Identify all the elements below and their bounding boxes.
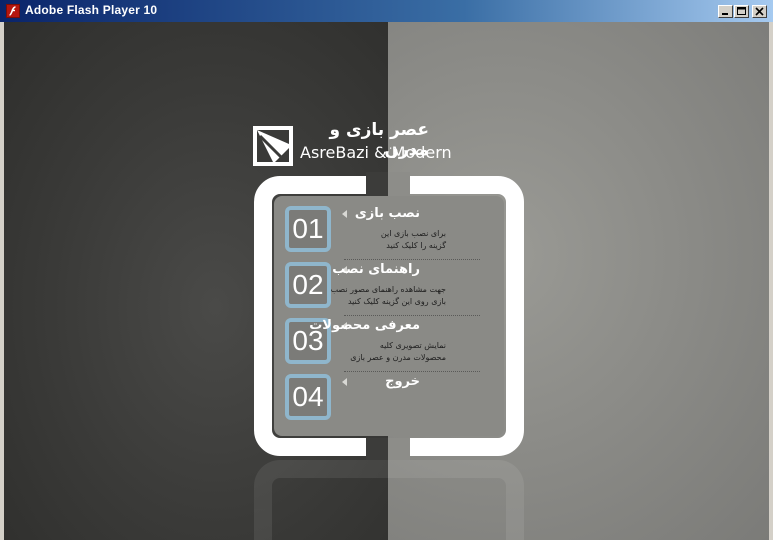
diagonal-arrow-logo-icon bbox=[253, 126, 293, 166]
menu-item-description: جهت مشاهده راهنمای مصور نصب بازی روی این … bbox=[330, 285, 446, 306]
minimize-icon bbox=[722, 13, 728, 15]
menu-item-products[interactable]: 03 معرفی محصولات نمایش تصویری کلیه محصولا… bbox=[274, 308, 504, 364]
arrow-left-icon bbox=[342, 210, 347, 218]
window-title: Adobe Flash Player 10 bbox=[25, 3, 158, 17]
frame-gap-bottom-left bbox=[366, 438, 388, 460]
title-bar[interactable]: Adobe Flash Player 10 bbox=[0, 0, 773, 22]
maximize-button[interactable] bbox=[734, 5, 749, 18]
menu-item-title: نصب بازی bbox=[354, 206, 420, 221]
close-icon bbox=[755, 7, 764, 16]
flash-stage: عصر بازی و مدرن AsreBazi & Modern 01 نصب… bbox=[4, 22, 769, 540]
maximize-icon bbox=[737, 7, 746, 15]
menu-item-description: نمایش تصویری کلیه محصولات مدرن و عصر بازی bbox=[350, 341, 446, 362]
menu-item-exit[interactable]: 04 خروج bbox=[274, 364, 504, 420]
flash-player-icon bbox=[6, 4, 20, 18]
menu-item-description: برای نصب بازی این گزینه را کلیک کنید bbox=[380, 229, 446, 250]
menu-item-install-game[interactable]: 01 نصب بازی برای نصب بازی این گزینه را کل… bbox=[274, 196, 504, 252]
menu-item-title: راهنمای نصب bbox=[332, 262, 420, 277]
minimize-button[interactable] bbox=[718, 5, 733, 18]
menu-item-title: خروج bbox=[385, 374, 420, 389]
menu-item-title: معرفی محصولات bbox=[309, 318, 420, 333]
menu-item-install-guide[interactable]: 02 راهنمای نصب جهت مشاهده راهنمای مصور ن… bbox=[274, 252, 504, 308]
frame-gap-bottom-right bbox=[388, 438, 410, 460]
frame-reflection bbox=[254, 460, 524, 540]
menu-panel: 01 نصب بازی برای نصب بازی این گزینه را کل… bbox=[274, 196, 504, 436]
close-button[interactable] bbox=[752, 5, 767, 18]
brand-name-english: AsreBazi & Modern bbox=[300, 143, 452, 162]
menu-item-number: 04 bbox=[285, 374, 331, 420]
menu-item-number: 01 bbox=[285, 206, 331, 252]
arrow-left-icon bbox=[342, 378, 347, 386]
